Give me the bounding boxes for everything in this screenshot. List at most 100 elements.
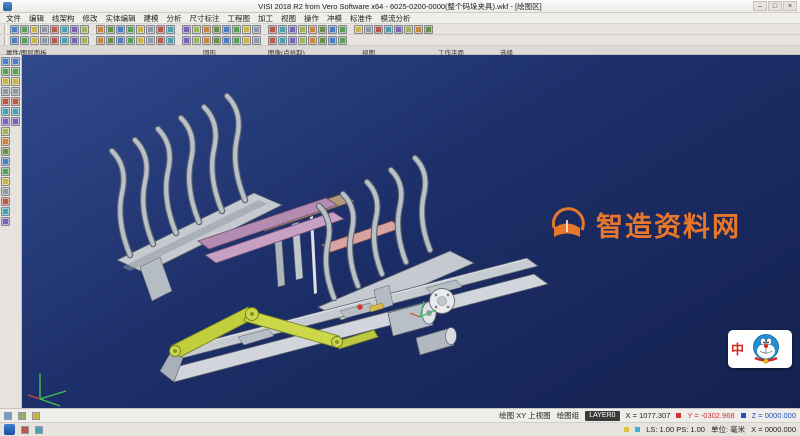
menu-item[interactable]: 尺寸标注 [190, 13, 220, 24]
toolbar-icon[interactable] [308, 36, 317, 45]
toolbar-icon[interactable] [11, 57, 20, 66]
toolbar-icon[interactable] [1, 177, 10, 186]
toolbar-icon[interactable] [106, 25, 115, 34]
toolbar-icon[interactable] [222, 36, 231, 45]
toolbar-icon[interactable] [1, 97, 10, 106]
record-icon[interactable] [21, 426, 29, 434]
menu-item[interactable]: 模流分析 [381, 13, 411, 24]
toolbar-icon[interactable] [192, 25, 201, 34]
toolbar-icon[interactable] [414, 25, 423, 34]
view-selector[interactable]: 绘图 XY 上视图 [499, 410, 551, 421]
toolbar-icon[interactable] [80, 25, 89, 34]
snap-icon[interactable] [4, 412, 12, 420]
toolbar-icon[interactable] [1, 187, 10, 196]
toolbar-icon[interactable] [252, 36, 261, 45]
menu-item[interactable]: 编辑 [29, 13, 44, 24]
grid-icon[interactable] [18, 412, 26, 420]
toolbar-icon[interactable] [232, 36, 241, 45]
menu-item[interactable]: 视图 [281, 13, 296, 24]
toolbar-icon[interactable] [1, 217, 10, 226]
toolbar-icon[interactable] [10, 25, 19, 34]
toolbar-icon[interactable] [328, 25, 337, 34]
toolbar-icon[interactable] [268, 36, 277, 45]
toolbar-icon[interactable] [202, 25, 211, 34]
toolbar-icon[interactable] [96, 25, 105, 34]
ortho-icon[interactable] [32, 412, 40, 420]
toolbar-icon[interactable] [30, 25, 39, 34]
toolbar-icon[interactable] [288, 25, 297, 34]
toolbar-icon[interactable] [126, 25, 135, 34]
toolbar-icon[interactable] [308, 25, 317, 34]
toolbar-icon[interactable] [50, 25, 59, 34]
toolbar-icon[interactable] [1, 87, 10, 96]
toolbar-icon[interactable] [288, 36, 297, 45]
toolbar-icon[interactable] [60, 36, 69, 45]
toolbar-icon[interactable] [146, 25, 155, 34]
toolbar-icon[interactable] [126, 36, 135, 45]
viewport-3d[interactable]: 智造资料网 中 [22, 55, 800, 408]
menu-item[interactable]: 工程图 [228, 13, 251, 24]
toolbar-icon[interactable] [30, 36, 39, 45]
toolbar-icon[interactable] [70, 36, 79, 45]
toolbar-icon[interactable] [116, 25, 125, 34]
toolbar-icon[interactable] [40, 25, 49, 34]
toolbar-icon[interactable] [60, 25, 69, 34]
toolbar-icon[interactable] [202, 36, 211, 45]
units-label[interactable]: 单位: 毫米 [711, 424, 745, 435]
toolbar-icon[interactable] [1, 147, 10, 156]
toolbar-grip[interactable] [4, 36, 7, 45]
toolbar-icon[interactable] [394, 25, 403, 34]
menu-item[interactable]: 建模 [144, 13, 159, 24]
menu-item[interactable]: 线架构 [52, 13, 75, 24]
toolbar-icon[interactable] [116, 36, 125, 45]
toolbar-icon[interactable] [268, 25, 277, 34]
menu-item[interactable]: 加工 [258, 13, 273, 24]
toolbar-icon[interactable] [318, 25, 327, 34]
toolbar-icon[interactable] [242, 36, 251, 45]
toolbar-icon[interactable] [166, 25, 175, 34]
toolbar-icon[interactable] [1, 67, 10, 76]
toolbar-icon[interactable] [318, 36, 327, 45]
toolbar-icon[interactable] [424, 25, 433, 34]
layer-indicator[interactable]: LAYER0 [585, 411, 619, 421]
toolbar-icon[interactable] [364, 25, 373, 34]
toolbar-icon[interactable] [1, 157, 10, 166]
toolbar-icon[interactable] [96, 36, 105, 45]
toolbar-icon[interactable] [50, 36, 59, 45]
toolbar-icon[interactable] [328, 36, 337, 45]
toolbar-icon[interactable] [338, 36, 347, 45]
toolbar-icon[interactable] [374, 25, 383, 34]
filter-icon[interactable] [35, 426, 43, 434]
toolbar-icon[interactable] [404, 25, 413, 34]
toolbar-icon[interactable] [298, 36, 307, 45]
toolbar-icon[interactable] [278, 36, 287, 45]
toolbar-icon[interactable] [156, 25, 165, 34]
toolbar-icon[interactable] [40, 36, 49, 45]
toolbar-icon[interactable] [146, 36, 155, 45]
toolbar-icon[interactable] [1, 77, 10, 86]
toolbar-icon[interactable] [1, 117, 10, 126]
toolbar-icon[interactable] [232, 25, 241, 34]
menu-item[interactable]: 分析 [167, 13, 182, 24]
toolbar-icon[interactable] [11, 117, 20, 126]
toolbar-icon[interactable] [20, 36, 29, 45]
toolbar-icon[interactable] [354, 25, 363, 34]
toolbar-icon[interactable] [80, 36, 89, 45]
toolbar-icon[interactable] [156, 36, 165, 45]
menu-item[interactable]: 标准件 [350, 13, 373, 24]
maximize-button[interactable]: □ [768, 1, 782, 11]
toolbar-icon[interactable] [11, 97, 20, 106]
toolbar-icon[interactable] [11, 67, 20, 76]
toolbar-icon[interactable] [10, 36, 19, 45]
toolbar-icon[interactable] [1, 107, 10, 116]
toolbar-icon[interactable] [182, 36, 191, 45]
toolbar-icon[interactable] [70, 25, 79, 34]
toolbar-icon[interactable] [222, 25, 231, 34]
menu-item[interactable]: 操作 [304, 13, 319, 24]
toolbar-icon[interactable] [136, 25, 145, 34]
toolbar-icon[interactable] [242, 25, 251, 34]
toolbar-icon[interactable] [1, 57, 10, 66]
toolbar-icon[interactable] [192, 36, 201, 45]
toolbar-icon[interactable] [1, 167, 10, 176]
visi-logo-icon[interactable] [4, 424, 15, 435]
